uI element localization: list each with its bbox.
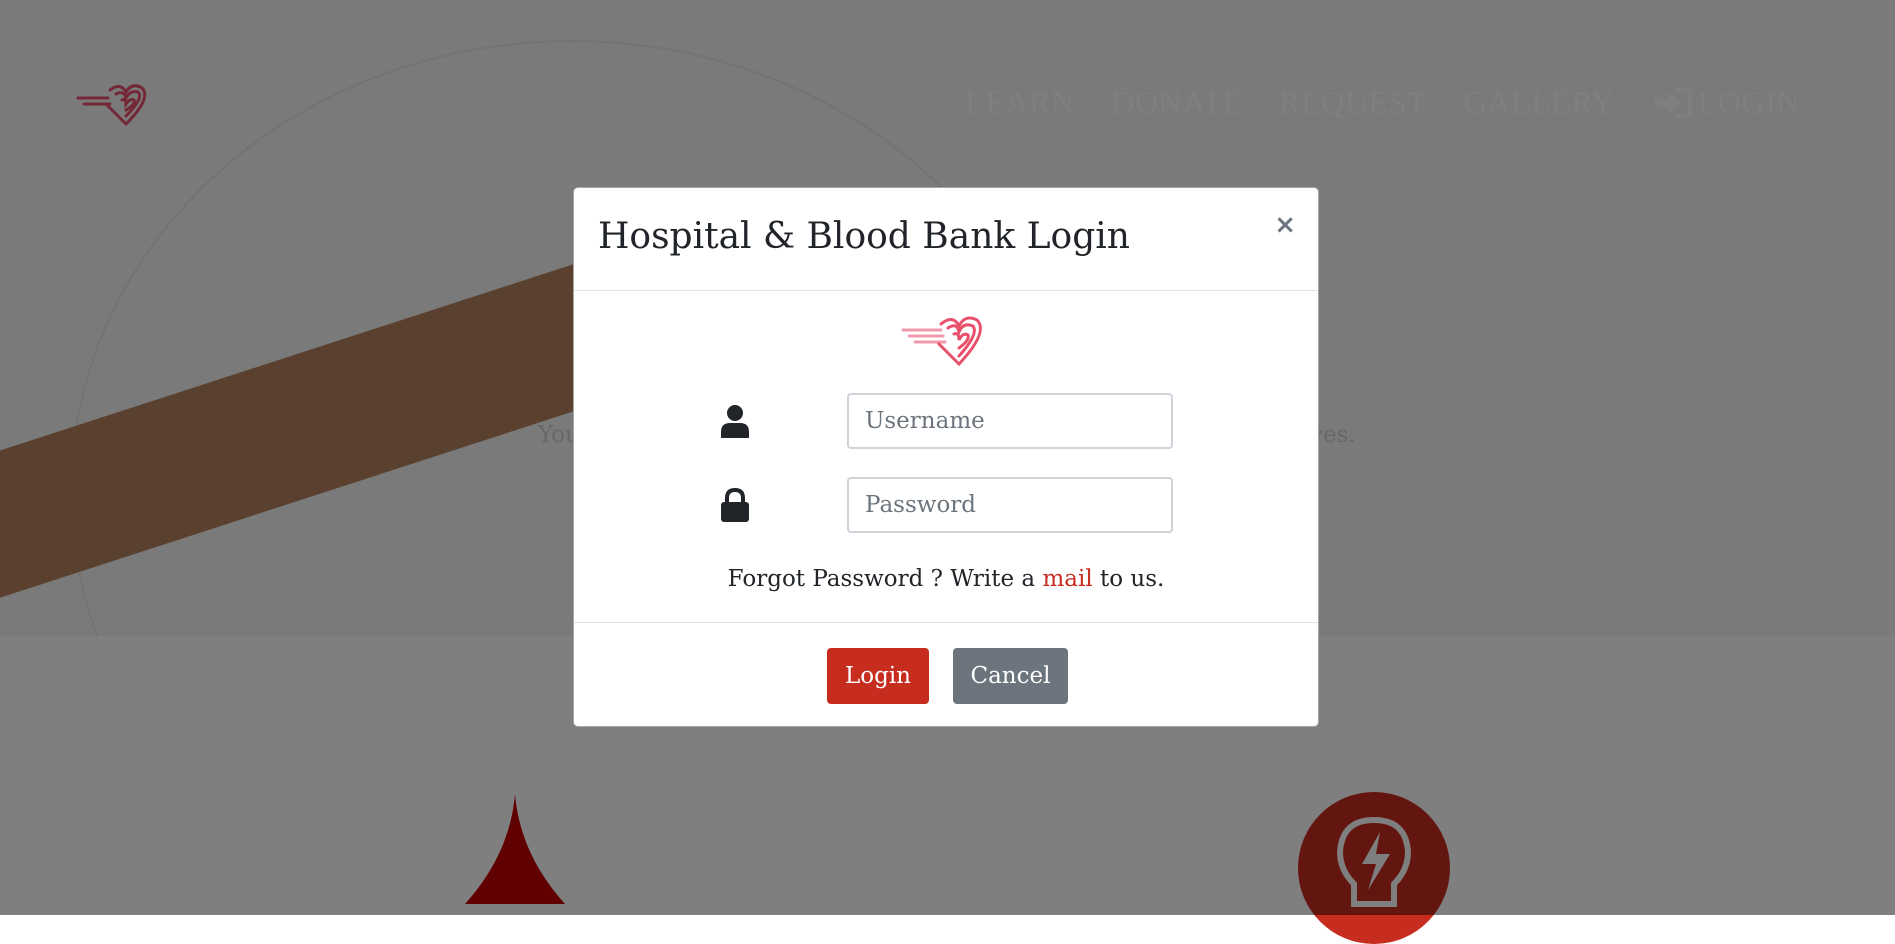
forgot-prefix: Forgot Password ? Write a [727, 566, 1043, 592]
password-row [574, 477, 1318, 533]
lock-icon [721, 488, 749, 522]
mail-link[interactable]: mail [1042, 566, 1092, 592]
heart-logo-icon [901, 316, 982, 367]
login-button[interactable]: Login [827, 648, 929, 704]
user-icon [721, 405, 749, 438]
modal-body: Forgot Password ? Write a mail to us. [574, 291, 1318, 623]
cancel-button[interactable]: Cancel [953, 648, 1068, 704]
modal-title: Hospital & Blood Bank Login [598, 216, 1130, 257]
forgot-suffix: to us. [1092, 566, 1165, 592]
login-modal: Hospital & Blood Bank Login × Username F… [573, 187, 1319, 727]
modal-header: Hospital & Blood Bank Login × [574, 188, 1318, 291]
username-row [574, 393, 1318, 449]
modal-footer: Login Cancel [574, 623, 1318, 727]
username-input[interactable] [847, 393, 1173, 449]
forgot-password-text: Forgot Password ? Write a mail to us. [574, 566, 1318, 592]
password-input[interactable] [847, 477, 1173, 533]
close-icon[interactable]: × [1274, 212, 1296, 238]
